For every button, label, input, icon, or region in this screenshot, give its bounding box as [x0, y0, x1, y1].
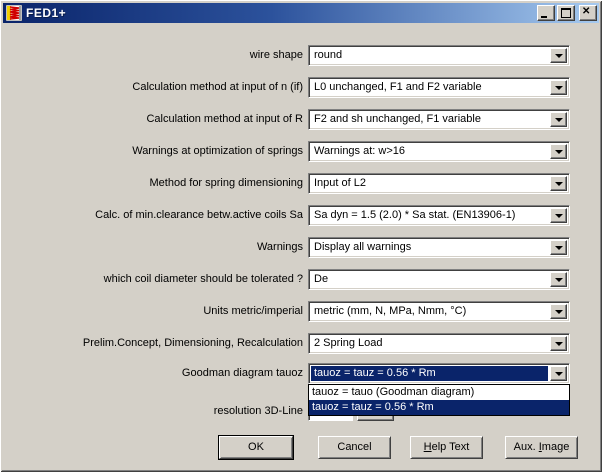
close-button[interactable]: ✕	[579, 5, 597, 21]
minimize-button[interactable]	[537, 5, 555, 21]
prelim-concept-combobox[interactable]: 2 Spring Load	[308, 333, 570, 354]
field-label: Prelim.Concept, Dimensioning, Recalculat…	[20, 333, 303, 354]
button-label: Aux.	[514, 441, 539, 453]
spring-coil-icon	[6, 5, 22, 21]
combobox-value: Sa dyn = 1.5 (2.0) * Sa stat. (EN13906-1…	[311, 208, 548, 223]
titlebar-controls: ✕	[535, 5, 597, 21]
combobox-value: metric (mm, N, MPa, Nmm, °C)	[311, 304, 548, 319]
close-icon: ✕	[582, 7, 590, 17]
chevron-down-icon[interactable]	[550, 272, 567, 287]
chevron-down-icon[interactable]	[550, 80, 567, 95]
combobox-value: round	[311, 48, 548, 63]
chevron-down-icon[interactable]	[550, 336, 567, 351]
combobox-value: Warnings at: w>16	[311, 144, 548, 159]
chevron-down-icon[interactable]	[550, 304, 567, 319]
chevron-down-icon[interactable]	[550, 112, 567, 127]
maximize-icon	[561, 8, 571, 18]
goodman-dropdown-list: tauoz = tauo (Goodman diagram) tauoz = t…	[308, 384, 570, 416]
chevron-down-icon[interactable]	[550, 48, 567, 63]
combobox-value: Input of L2	[311, 176, 548, 191]
field-label: which coil diameter should be tolerated …	[20, 269, 303, 290]
fed1-settings-dialog: FED1+ ✕ wire shape round Calculation met…	[0, 0, 602, 472]
field-label: Calc. of min.clearance betw.active coils…	[20, 205, 303, 226]
chevron-down-icon[interactable]	[550, 176, 567, 191]
combobox-value: De	[311, 272, 548, 287]
calc-method-n-combobox[interactable]: L0 unchanged, F1 and F2 variable	[308, 77, 570, 98]
field-label: Warnings at optimization of springs	[20, 141, 303, 162]
window-title: FED1+	[26, 6, 66, 20]
titlebar[interactable]: FED1+ ✕	[3, 3, 599, 23]
button-label: Cancel	[337, 441, 371, 453]
field-label: wire shape	[20, 45, 303, 66]
minimize-icon	[541, 16, 547, 18]
combobox-value: Display all warnings	[311, 240, 548, 255]
button-label: mage	[542, 441, 570, 453]
combobox-value: L0 unchanged, F1 and F2 variable	[311, 80, 548, 95]
spring-dimensioning-combobox[interactable]: Input of L2	[308, 173, 570, 194]
units-combobox[interactable]: metric (mm, N, MPa, Nmm, °C)	[308, 301, 570, 322]
field-label: Warnings	[20, 237, 303, 258]
warnings-optimization-combobox[interactable]: Warnings at: w>16	[308, 141, 570, 162]
maximize-button[interactable]	[557, 5, 575, 21]
dropdown-option[interactable]: tauoz = tauo (Goodman diagram)	[309, 385, 569, 400]
chevron-down-icon[interactable]	[550, 144, 567, 159]
field-label: Calculation method at input of n (if)	[20, 77, 303, 98]
field-label: Units metric/imperial	[20, 301, 303, 322]
chevron-down-icon[interactable]	[550, 208, 567, 223]
warnings-combobox[interactable]: Display all warnings	[308, 237, 570, 258]
field-label: resolution 3D-Line	[20, 401, 303, 422]
button-label: elp Text	[432, 441, 470, 453]
button-label: OK	[248, 441, 264, 453]
field-label: Method for spring dimensioning	[20, 173, 303, 194]
ok-button[interactable]: OK	[219, 436, 293, 459]
combobox-value: F2 and sh unchanged, F1 variable	[311, 112, 548, 127]
button-accel: H	[424, 441, 432, 453]
combobox-value: 2 Spring Load	[311, 336, 548, 351]
calc-method-r-combobox[interactable]: F2 and sh unchanged, F1 variable	[308, 109, 570, 130]
chevron-down-icon[interactable]	[550, 240, 567, 255]
help-text-button[interactable]: Help Text	[410, 436, 483, 459]
min-clearance-combobox[interactable]: Sa dyn = 1.5 (2.0) * Sa stat. (EN13906-1…	[308, 205, 570, 226]
combobox-selected-value: tauoz = tauz = 0.56 * Rm	[311, 366, 548, 381]
aux-image-button[interactable]: Aux. Image	[505, 436, 578, 459]
dropdown-option-selected[interactable]: tauoz = tauz = 0.56 * Rm	[309, 400, 569, 415]
field-label: Calculation method at input of R	[20, 109, 303, 130]
field-label: Goodman diagram tauoz	[20, 363, 303, 384]
cancel-button[interactable]: Cancel	[318, 436, 391, 459]
coil-diameter-combobox[interactable]: De	[308, 269, 570, 290]
wire-shape-combobox[interactable]: round	[308, 45, 570, 66]
goodman-diagram-combobox[interactable]: tauoz = tauz = 0.56 * Rm	[308, 363, 570, 384]
chevron-down-icon[interactable]	[550, 366, 567, 381]
